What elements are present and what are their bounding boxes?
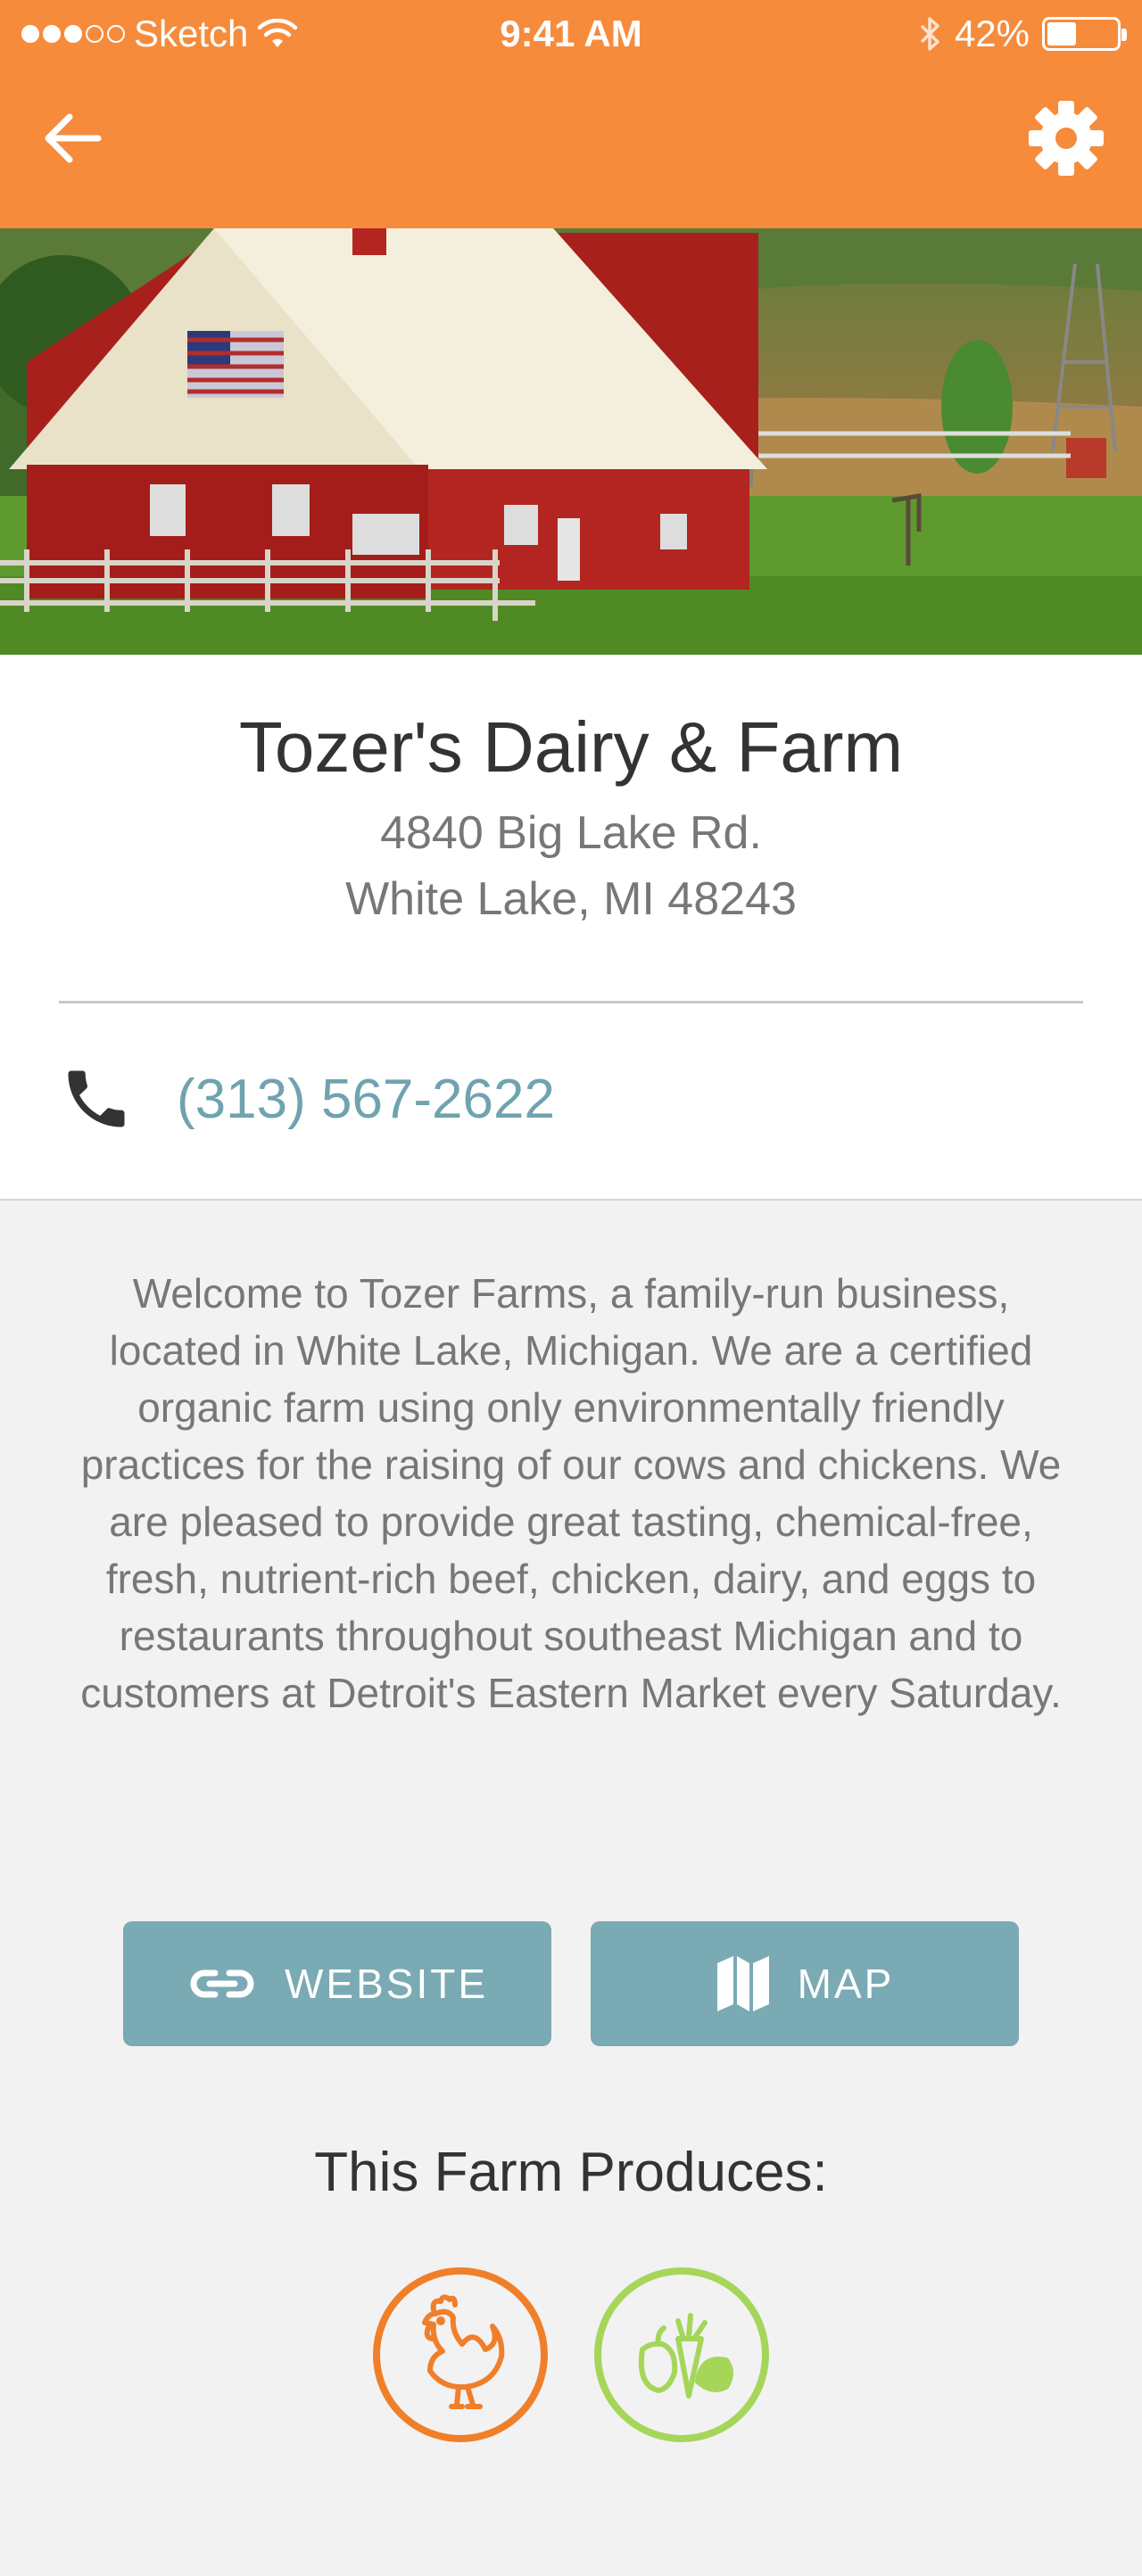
chicken-badge[interactable] xyxy=(373,2267,548,2442)
map-icon xyxy=(716,1956,769,2011)
produce-badge[interactable] xyxy=(594,2267,769,2442)
farm-hero-image xyxy=(0,228,1142,655)
website-button[interactable]: WEBSITE xyxy=(123,1921,551,2046)
phone-icon xyxy=(68,1070,125,1127)
map-label: MAP xyxy=(797,1961,895,2007)
battery-icon xyxy=(1042,17,1127,51)
back-arrow-icon xyxy=(45,113,102,163)
address-line-2: White Lake, MI 48243 xyxy=(345,873,797,925)
address-line-1: 4840 Big Lake Rd. xyxy=(380,807,762,859)
farm-name: Tozer's Dairy & Farm xyxy=(238,707,904,787)
status-right: 42% xyxy=(919,12,1127,55)
settings-button[interactable] xyxy=(1026,98,1106,178)
back-button[interactable] xyxy=(36,100,112,177)
farm-info-card: Tozer's Dairy & Farm 4840 Big Lake Rd. W… xyxy=(0,655,1142,1201)
map-button[interactable]: MAP xyxy=(591,1921,1019,2046)
app-header: Sketch 9:41 AM 42% xyxy=(0,0,1142,228)
status-bar: Sketch 9:41 AM 42% xyxy=(0,0,1142,75)
divider xyxy=(59,1001,1083,1003)
website-label: WEBSITE xyxy=(284,1961,489,2007)
battery-percent: 42% xyxy=(954,12,1030,54)
farm-description: Welcome to Tozer Farms, a family-run bus… xyxy=(80,1270,1062,1716)
phone-link[interactable]: (313) 567-2622 xyxy=(59,1054,555,1144)
produces-heading: This Farm Produces: xyxy=(314,2142,828,2203)
link-icon xyxy=(190,1969,254,1998)
gear-icon xyxy=(1029,101,1104,176)
bluetooth-icon xyxy=(920,17,939,51)
produce-icon xyxy=(638,2313,733,2398)
phone-number[interactable]: (313) 567-2622 xyxy=(177,1068,555,1131)
chicken-icon xyxy=(422,2294,505,2409)
